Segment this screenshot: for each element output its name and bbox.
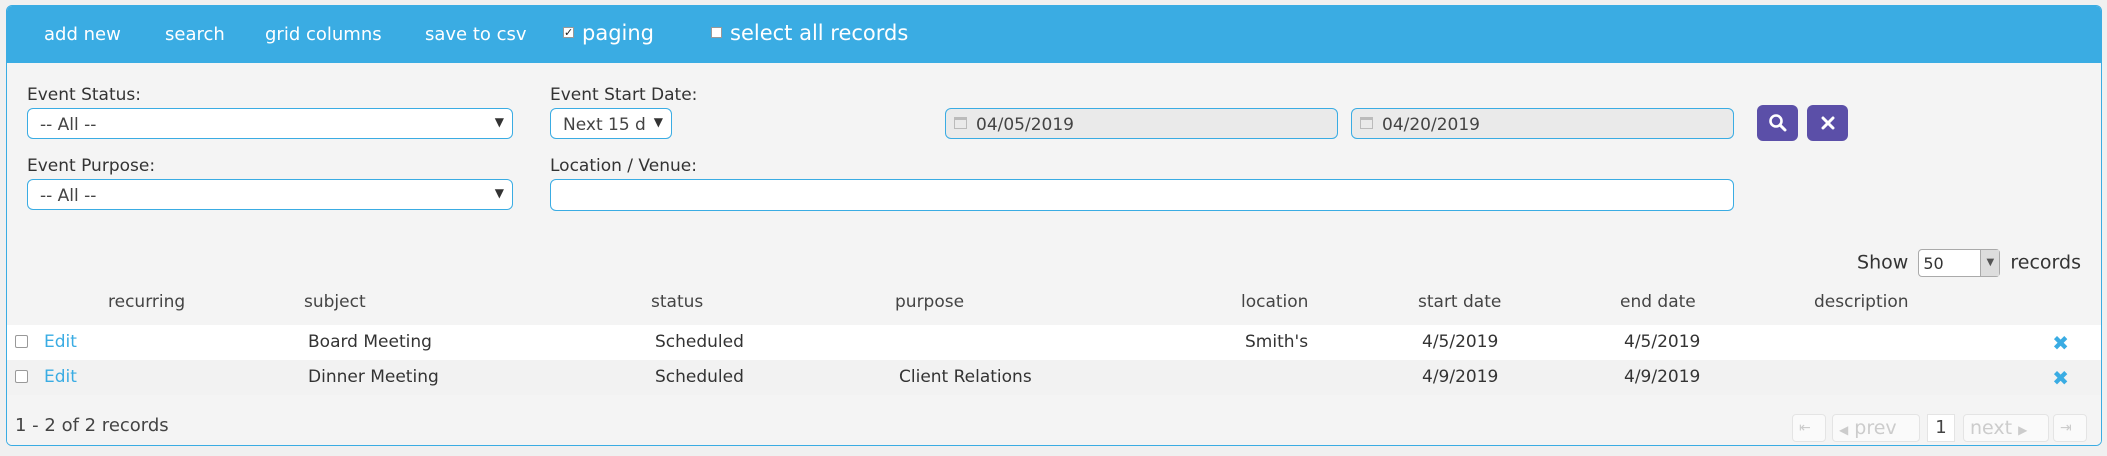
calendar-icon [1360,117,1373,129]
select-all-checkbox[interactable] [711,27,722,38]
cell-status: Scheduled [655,332,744,352]
page-size-value: 50 [1923,254,1944,273]
cell-status: Scheduled [655,367,744,387]
paging-checkbox[interactable]: ✓ [563,27,574,38]
table-row: Edit Dinner Meeting Scheduled Client Rel… [7,360,2101,395]
column-header-status[interactable]: status [651,292,703,312]
date-to-value: 04/20/2019 [1382,115,1480,135]
chevron-left-icon: ◀ [1839,423,1849,437]
event-status-label: Event Status: [27,85,142,105]
column-header-recurring[interactable]: recurring [108,292,185,312]
column-header-end-date[interactable]: end date [1620,292,1696,312]
event-purpose-value: -- All -- [40,186,97,206]
edit-link[interactable]: Edit [44,332,77,352]
column-header-start-date[interactable]: start date [1418,292,1501,312]
event-start-date-select[interactable]: Next 15 d ▼ [550,108,672,139]
chevron-down-icon: ▼ [494,186,504,200]
cell-end-date: 4/5/2019 [1624,332,1701,352]
current-page[interactable]: 1 [1927,414,1955,442]
row-checkbox[interactable] [15,335,28,348]
cell-start-date: 4/9/2019 [1422,367,1499,387]
column-header-description[interactable]: description [1814,292,1909,312]
toolbar: add new search grid columns save to csv … [7,6,2101,63]
calendar-icon [954,117,967,129]
paging-label: paging [582,21,655,45]
last-page-button[interactable]: ⇥ [2053,414,2087,442]
date-from-value: 04/05/2019 [976,115,1074,135]
save-to-csv-button[interactable]: save to csv [425,24,527,45]
delete-icon[interactable]: ✖ [2052,331,2069,355]
search-icon [1768,114,1786,132]
grid-columns-button[interactable]: grid columns [265,24,382,45]
chevron-down-icon: ▼ [494,115,504,129]
chevron-right-icon: ▶ [2018,423,2028,437]
date-to-input[interactable]: 04/20/2019 [1351,108,1734,139]
cell-location: Smith's [1245,332,1309,352]
date-from-input[interactable]: 04/05/2019 [945,108,1338,139]
page-size-select[interactable]: 50 ▼ [1918,249,2001,277]
event-status-value: -- All -- [40,115,97,135]
cell-start-date: 4/5/2019 [1422,332,1499,352]
event-purpose-select[interactable]: -- All -- ▼ [27,179,513,210]
first-page-button[interactable]: ⇤ [1792,414,1826,442]
chevron-down-icon: ▼ [653,115,663,129]
location-input[interactable] [550,179,1734,211]
column-header-location[interactable]: location [1241,292,1308,312]
record-count: 1 - 2 of 2 records [15,415,169,436]
search-button[interactable]: search [165,24,225,45]
cell-purpose: Client Relations [899,367,1032,387]
filter-panel: Event Status: -- All -- ▼ Event Start Da… [7,63,2101,239]
events-grid: Show 50 ▼ records recurring subject stat… [7,239,2101,445]
page-size-control: Show 50 ▼ records [1857,249,2081,277]
location-label: Location / Venue: [550,156,697,176]
event-start-date-label: Event Start Date: [550,85,698,105]
chevron-down-icon: ▼ [1980,250,2000,276]
event-purpose-label: Event Purpose: [27,156,156,176]
close-icon [1821,116,1834,130]
cell-subject: Board Meeting [308,332,432,352]
search-filter-button[interactable] [1757,105,1798,141]
prev-label: prev [1854,417,1897,439]
row-checkbox[interactable] [15,370,28,383]
event-status-select[interactable]: -- All -- ▼ [27,108,513,139]
table-row: Edit Board Meeting Scheduled Smith's 4/5… [7,325,2101,360]
add-new-button[interactable]: add new [44,24,121,45]
select-all-label: select all records [730,21,909,45]
next-label: next [1970,417,2013,439]
clear-filter-button[interactable] [1807,105,1848,141]
cell-end-date: 4/9/2019 [1624,367,1701,387]
prev-page-button[interactable]: ◀ prev [1832,414,1920,442]
grid-footer: 1 - 2 of 2 records ⇤ ◀ prev 1 next ▶ ⇥ [7,408,2101,445]
next-page-button[interactable]: next ▶ [1963,414,2049,442]
cell-subject: Dinner Meeting [308,367,439,387]
show-label: Show [1857,251,1909,274]
edit-link[interactable]: Edit [44,367,77,387]
event-start-date-value: Next 15 d [563,115,646,135]
column-header-purpose[interactable]: purpose [895,292,964,312]
column-header-subject[interactable]: subject [304,292,366,312]
delete-icon[interactable]: ✖ [2052,366,2069,390]
records-label: records [2010,251,2081,274]
events-panel: add new search grid columns save to csv … [6,5,2102,446]
